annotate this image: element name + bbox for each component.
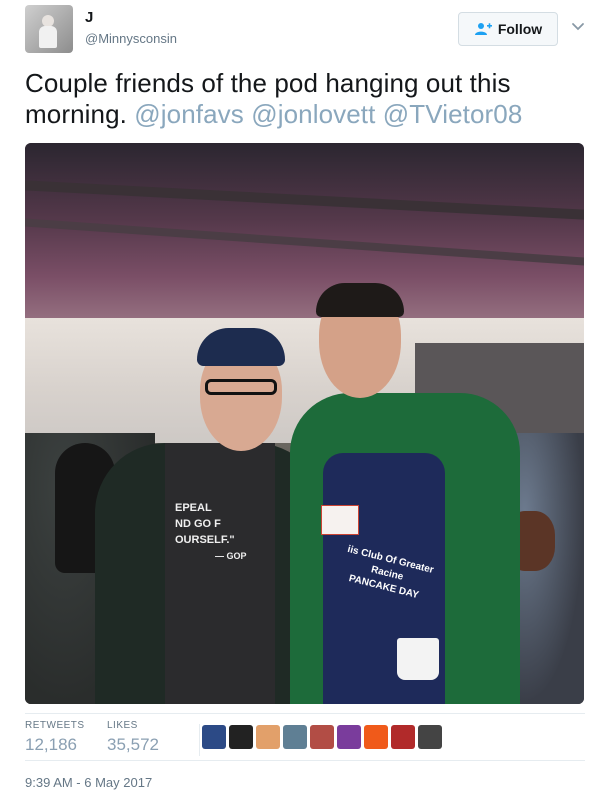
likes-stat[interactable]: LIKES 35,572 xyxy=(107,720,159,755)
tweet-text: Couple friends of the pod hanging out th… xyxy=(25,68,585,130)
shirt-line: EPEAL xyxy=(175,502,212,514)
shirt-line: OURSELF." xyxy=(175,534,235,546)
tweet-photo[interactable]: EPEAL ND GO F OURSELF." — GOP iis Club O… xyxy=(25,143,584,704)
mention-link[interactable]: @jonlovett xyxy=(251,99,375,129)
liker-avatar[interactable] xyxy=(283,725,307,749)
photo-cup xyxy=(397,638,439,680)
photo-person-left-shirt xyxy=(165,443,275,704)
liker-avatar[interactable] xyxy=(391,725,415,749)
author-display-name[interactable]: J xyxy=(85,9,93,26)
divider xyxy=(25,760,585,761)
stats-divider xyxy=(199,724,200,756)
author-avatar[interactable] xyxy=(25,5,73,53)
liker-avatar[interactable] xyxy=(202,725,226,749)
mention-link[interactable]: @jonfavs xyxy=(134,99,244,129)
likes-label: LIKES xyxy=(107,720,138,731)
author-handle[interactable]: @Minnysconsin xyxy=(85,31,177,46)
liker-avatar[interactable] xyxy=(310,725,334,749)
divider xyxy=(25,713,585,714)
liker-avatar[interactable] xyxy=(256,725,280,749)
liker-avatar[interactable] xyxy=(364,725,388,749)
tweet-header: J @Minnysconsin Follow xyxy=(25,5,595,55)
follow-button-label: Follow xyxy=(497,21,543,37)
retweets-count: 12,186 xyxy=(25,735,77,754)
avatar-figure-body xyxy=(39,26,57,48)
photo-glasses xyxy=(205,379,277,395)
follow-button[interactable]: Follow xyxy=(458,12,558,46)
liker-avatar[interactable] xyxy=(418,725,442,749)
chevron-down-icon[interactable] xyxy=(571,19,585,33)
mention-link[interactable]: @TVietor08 xyxy=(383,99,523,129)
photo-person-right-hair xyxy=(316,283,404,317)
retweets-label: RETWEETS xyxy=(25,720,85,731)
shirt-line: ND GO F xyxy=(175,518,221,530)
liker-avatar[interactable] xyxy=(229,725,253,749)
photo-baseball-cap xyxy=(197,328,285,366)
tweet-timestamp[interactable]: 9:39 AM - 6 May 2017 xyxy=(25,775,152,790)
photo-shirt-text: EPEAL ND GO F OURSELF." — GOP xyxy=(175,500,275,564)
retweets-stat[interactable]: RETWEETS 12,186 xyxy=(25,720,85,755)
likes-count: 35,572 xyxy=(107,735,159,754)
liker-avatars xyxy=(202,725,442,749)
add-user-icon xyxy=(474,23,492,35)
photo-name-tag xyxy=(321,505,359,535)
liker-avatar[interactable] xyxy=(337,725,361,749)
shirt-line: — GOP xyxy=(215,551,247,561)
